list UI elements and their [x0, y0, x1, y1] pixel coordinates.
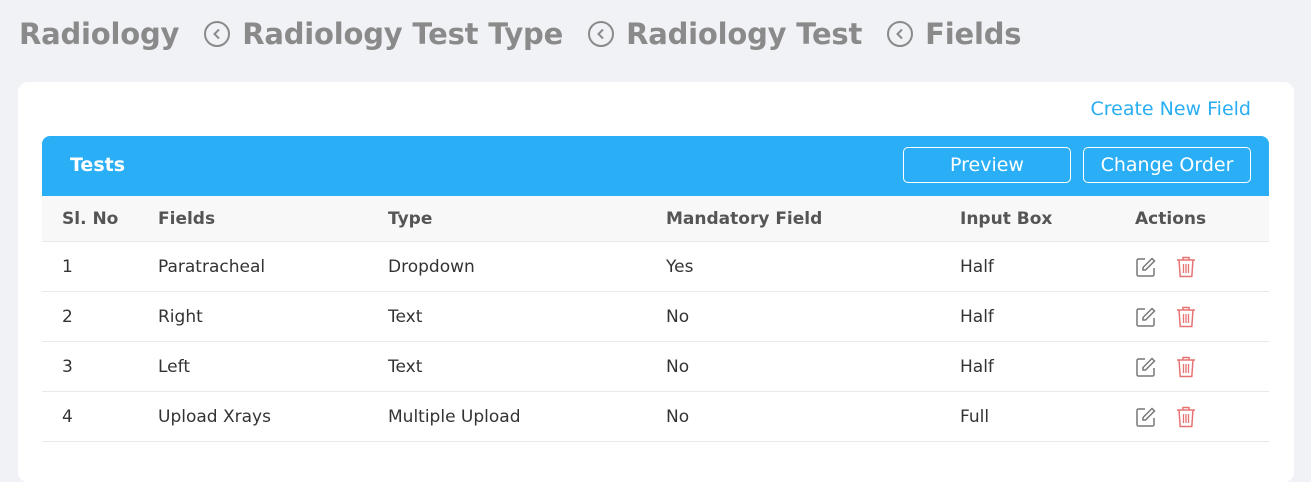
column-header-actions: Actions	[1135, 208, 1207, 229]
fields-card: Create New Field Tests Preview Change Or…	[18, 82, 1294, 482]
chevron-left-circle-icon[interactable]	[204, 21, 231, 47]
column-header-mandatory-field: Mandatory Field	[666, 208, 823, 229]
trash-icon[interactable]	[1175, 305, 1197, 329]
cell-input-box: Half	[960, 291, 1135, 342]
cell-type: Dropdown	[388, 241, 666, 292]
cell-type: Text	[388, 341, 666, 392]
table-row: 4 Upload Xrays Multiple Upload No Full	[42, 391, 1269, 442]
cell-mandatory: No	[666, 341, 960, 392]
column-header-fields: Fields	[158, 208, 216, 229]
edit-icon[interactable]	[1135, 256, 1157, 278]
table-row: 2 Right Text No Half	[42, 291, 1269, 342]
cell-field: Left	[158, 341, 388, 392]
fields-table: Sl. No Fields Type Mandatory Field Input…	[42, 196, 1269, 442]
cell-sl-no: 4	[42, 391, 158, 442]
tests-panel-header: Tests Preview Change Order	[42, 136, 1269, 196]
cell-actions	[1135, 341, 1269, 392]
page-title: Fields	[925, 17, 1022, 51]
breadcrumb: Radiology Radiology Test Type Radiology …	[19, 14, 1022, 54]
cell-field: Upload Xrays	[158, 391, 388, 442]
table-row: 3 Left Text No Half	[42, 341, 1269, 392]
cell-mandatory: No	[666, 391, 960, 442]
cell-actions	[1135, 391, 1269, 442]
breadcrumb-radiology-test-type[interactable]: Radiology Test Type	[242, 17, 563, 51]
cell-sl-no: 3	[42, 341, 158, 392]
cell-input-box: Half	[960, 241, 1135, 292]
chevron-left-circle-icon[interactable]	[588, 21, 615, 47]
panel-title: Tests	[70, 154, 126, 176]
cell-type: Multiple Upload	[388, 391, 666, 442]
change-order-button[interactable]: Change Order	[1083, 147, 1251, 183]
create-new-field-link[interactable]: Create New Field	[1090, 98, 1251, 120]
table-header-row: Sl. No Fields Type Mandatory Field Input…	[42, 196, 1269, 242]
column-header-sl-no: Sl. No	[62, 208, 119, 229]
cell-field: Paratracheal	[158, 241, 388, 292]
trash-icon[interactable]	[1175, 405, 1197, 429]
table-row: 1 Paratracheal Dropdown Yes Half	[42, 241, 1269, 292]
cell-field: Right	[158, 291, 388, 342]
cell-actions	[1135, 291, 1269, 342]
preview-button[interactable]: Preview	[903, 147, 1071, 183]
cell-sl-no: 2	[42, 291, 158, 342]
cell-input-box: Full	[960, 391, 1135, 442]
column-header-input-box: Input Box	[960, 208, 1053, 229]
cell-mandatory: Yes	[666, 241, 960, 292]
cell-actions	[1135, 241, 1269, 292]
edit-icon[interactable]	[1135, 306, 1157, 328]
column-header-type: Type	[388, 208, 433, 229]
chevron-left-circle-icon[interactable]	[887, 21, 914, 47]
breadcrumb-radiology-test[interactable]: Radiology Test	[626, 17, 862, 51]
breadcrumb-radiology[interactable]: Radiology	[19, 17, 179, 51]
trash-icon[interactable]	[1175, 355, 1197, 379]
trash-icon[interactable]	[1175, 255, 1197, 279]
cell-input-box: Half	[960, 341, 1135, 392]
cell-type: Text	[388, 291, 666, 342]
edit-icon[interactable]	[1135, 406, 1157, 428]
cell-mandatory: No	[666, 291, 960, 342]
cell-sl-no: 1	[42, 241, 158, 292]
edit-icon[interactable]	[1135, 356, 1157, 378]
